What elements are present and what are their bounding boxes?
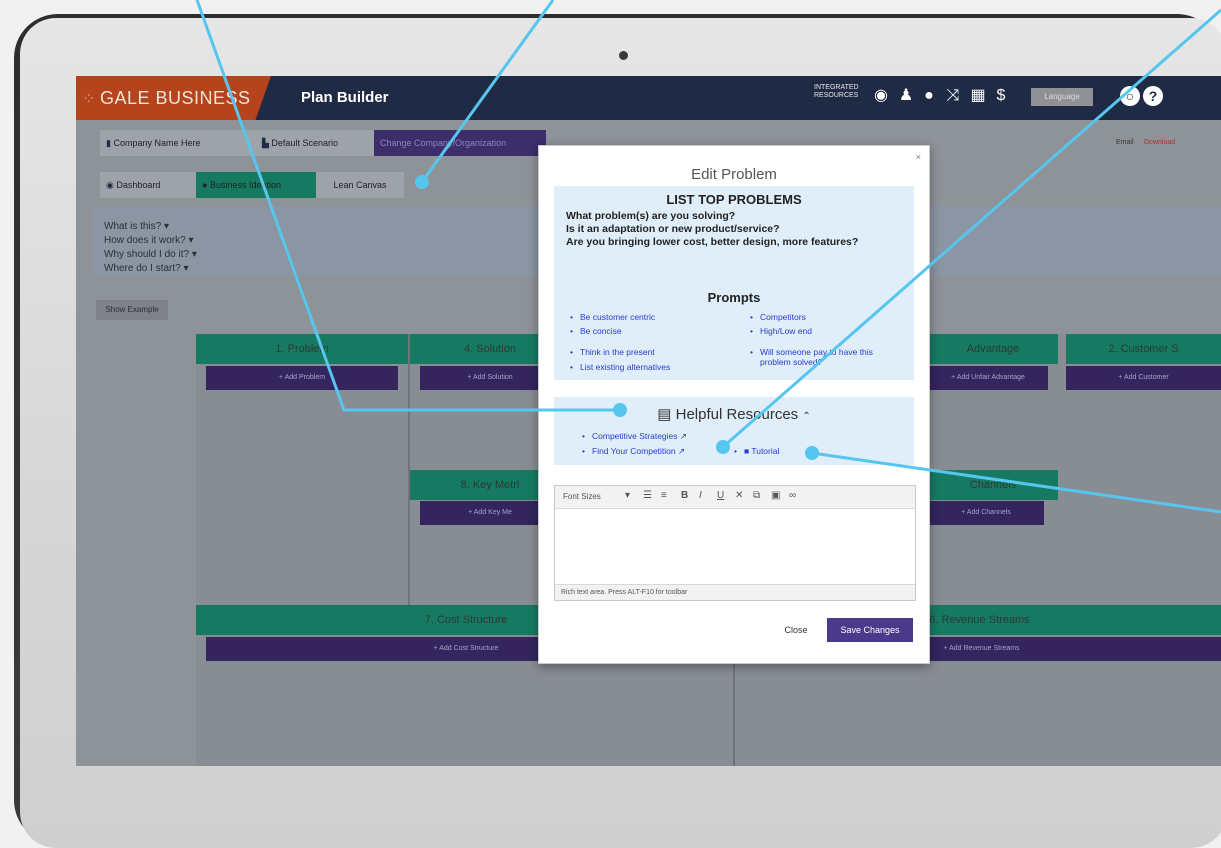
close-button[interactable]: Close: [775, 618, 817, 642]
bold-icon[interactable]: B: [681, 490, 688, 501]
bullet-list-icon[interactable]: ☰: [643, 490, 652, 501]
helpful-resources-box: ▤ Helpful Resources ⌃ Competitive Strate…: [554, 397, 914, 465]
lightbulb-icon[interactable]: ●: [918, 85, 940, 107]
link-label: Find Your Competition: [592, 446, 676, 456]
link-label: Tutorial: [751, 446, 780, 456]
add-customer-button[interactable]: + Add Customer: [1066, 366, 1221, 390]
add-channels-button[interactable]: + Add Channels: [928, 501, 1044, 525]
paste-icon[interactable]: ▣: [771, 490, 780, 501]
editor-statusbar: Rich text area. Press ALT-F10 for toolba…: [555, 584, 915, 600]
help-where-to-start[interactable]: Where do I start? ▾: [104, 263, 189, 274]
brand-logo-area[interactable]: ⁘ GALE BUSINESS: [76, 76, 271, 120]
integrated-resources-menu[interactable]: INTEGRATED RESOURCES: [814, 84, 859, 100]
external-link-icon: ↗: [679, 431, 688, 441]
prompt-item: Be concise: [570, 326, 621, 336]
prompts-title: Prompts: [707, 290, 761, 305]
editor-toolbar: Font Sizes ▾ ☰ ≡ B I U ✕ ⧉ ▣ ∞: [555, 486, 915, 509]
tab-label: Business Ideation: [209, 180, 281, 190]
guidance-question: Is it an adaptation or new product/servi…: [566, 223, 780, 235]
scenario-icon: ▙: [262, 138, 272, 148]
add-advantage-button[interactable]: + Add Unfair Advantage: [928, 366, 1048, 390]
guidance-question: What problem(s) are you solving?: [566, 210, 736, 222]
cut-icon[interactable]: ✕: [735, 490, 743, 501]
helpful-resources-title: Helpful Resources: [675, 406, 799, 423]
guidance-title: LIST TOP PROBLEMS: [666, 192, 802, 207]
link-icon[interactable]: ∞: [789, 490, 796, 501]
person-icon[interactable]: ♟: [895, 85, 917, 107]
company-name: Company Name Here: [113, 138, 201, 148]
helpful-resources-toggle[interactable]: ▤ Helpful Resources ⌃: [554, 405, 914, 423]
app-title: Plan Builder: [301, 89, 389, 106]
help-icon[interactable]: ?: [1143, 86, 1163, 106]
link-label: Competitive Strategies: [592, 431, 678, 441]
prompt-item: Be customer centric: [570, 312, 655, 322]
prompt-item: Competitors: [750, 312, 806, 322]
camera: [619, 51, 628, 60]
customer-segments-header: 2. Customer S: [1066, 334, 1221, 364]
dollar-icon[interactable]: $: [990, 85, 1012, 107]
underline-icon[interactable]: U: [717, 490, 724, 501]
book-icon: ▤: [657, 406, 676, 423]
dashboard-icon: ◉: [106, 180, 117, 190]
channels-header: Channels: [928, 470, 1058, 500]
scenario-name: Default Scenario: [271, 138, 338, 148]
gale-logo-icon: ⁘: [82, 91, 96, 108]
add-problem-button[interactable]: + Add Problem: [206, 366, 398, 390]
external-link-icon: ↗: [678, 446, 686, 456]
chevron-up-icon: ⌃: [802, 411, 811, 422]
advantage-header: Advantage: [928, 334, 1058, 364]
tab-lean-canvas[interactable]: Lean Canvas: [316, 172, 404, 198]
account-icon[interactable]: ○: [1120, 86, 1140, 106]
help-why-do-it[interactable]: Why should I do it? ▾: [104, 249, 197, 260]
scenario-selector[interactable]: ▙ Default Scenario: [256, 130, 374, 156]
tab-business-ideation[interactable]: ● Business Ideation: [196, 172, 316, 198]
tab-label: Dashboard: [116, 180, 161, 190]
guidance-question: Are you bringing lower cost, better desi…: [566, 236, 859, 248]
brand-name: GALE BUSINESS: [100, 88, 251, 108]
find-your-competition-link[interactable]: Find Your Competition ↗: [582, 446, 686, 457]
edit-problem-modal: × Edit Problem LIST TOP PROBLEMS What pr…: [538, 145, 930, 664]
change-organization-button[interactable]: Change Company/Organization: [374, 130, 546, 156]
modal-title: Edit Problem: [691, 166, 777, 183]
shuffle-icon[interactable]: ⤨: [942, 85, 964, 107]
canvas-divider: [408, 334, 410, 605]
company-selector[interactable]: ▮ Company Name Here: [100, 130, 256, 156]
tutorial-link[interactable]: ■ Tutorial: [734, 446, 780, 456]
top-navbar: ⁘ GALE BUSINESS Plan Builder INTEGRATED …: [76, 76, 1221, 120]
compass-icon[interactable]: ◉: [870, 85, 892, 107]
email-link[interactable]: Email: [1110, 130, 1140, 156]
prompt-item: Will someone pay to have this problem so…: [750, 347, 900, 367]
problem-header: 1. Problem: [196, 334, 408, 364]
italic-icon[interactable]: I: [699, 490, 702, 501]
competitive-strategies-link[interactable]: Competitive Strategies ↗: [582, 431, 688, 442]
font-sizes-dropdown[interactable]: Font Sizes: [563, 492, 601, 501]
tab-dashboard[interactable]: ◉ Dashboard: [100, 172, 196, 198]
rich-text-editor[interactable]: Font Sizes ▾ ☰ ≡ B I U ✕ ⧉ ▣ ∞ Rich text…: [554, 485, 916, 601]
copy-icon[interactable]: ⧉: [753, 490, 760, 501]
modal-close-x[interactable]: ×: [916, 152, 921, 162]
numbered-list-icon[interactable]: ≡: [661, 490, 667, 501]
download-link[interactable]: Download: [1138, 130, 1178, 156]
language-select[interactable]: Language: [1031, 88, 1093, 106]
save-changes-button[interactable]: Save Changes: [827, 618, 913, 642]
prompt-item: High/Low end: [750, 326, 812, 336]
prompt-item: Think in the present: [570, 347, 655, 357]
guidance-box: LIST TOP PROBLEMS What problem(s) are yo…: [554, 186, 914, 380]
prompt-item: List existing alternatives: [570, 362, 670, 372]
lightbulb-icon: ●: [202, 180, 210, 190]
calculator-icon[interactable]: ▦: [967, 85, 989, 107]
help-how-does-it-work[interactable]: How does it work? ▾: [104, 235, 194, 246]
dropdown-caret-icon[interactable]: ▾: [625, 490, 630, 501]
show-example-button[interactable]: Show Example: [96, 300, 168, 320]
help-what-is-this[interactable]: What is this? ▾: [104, 221, 169, 232]
